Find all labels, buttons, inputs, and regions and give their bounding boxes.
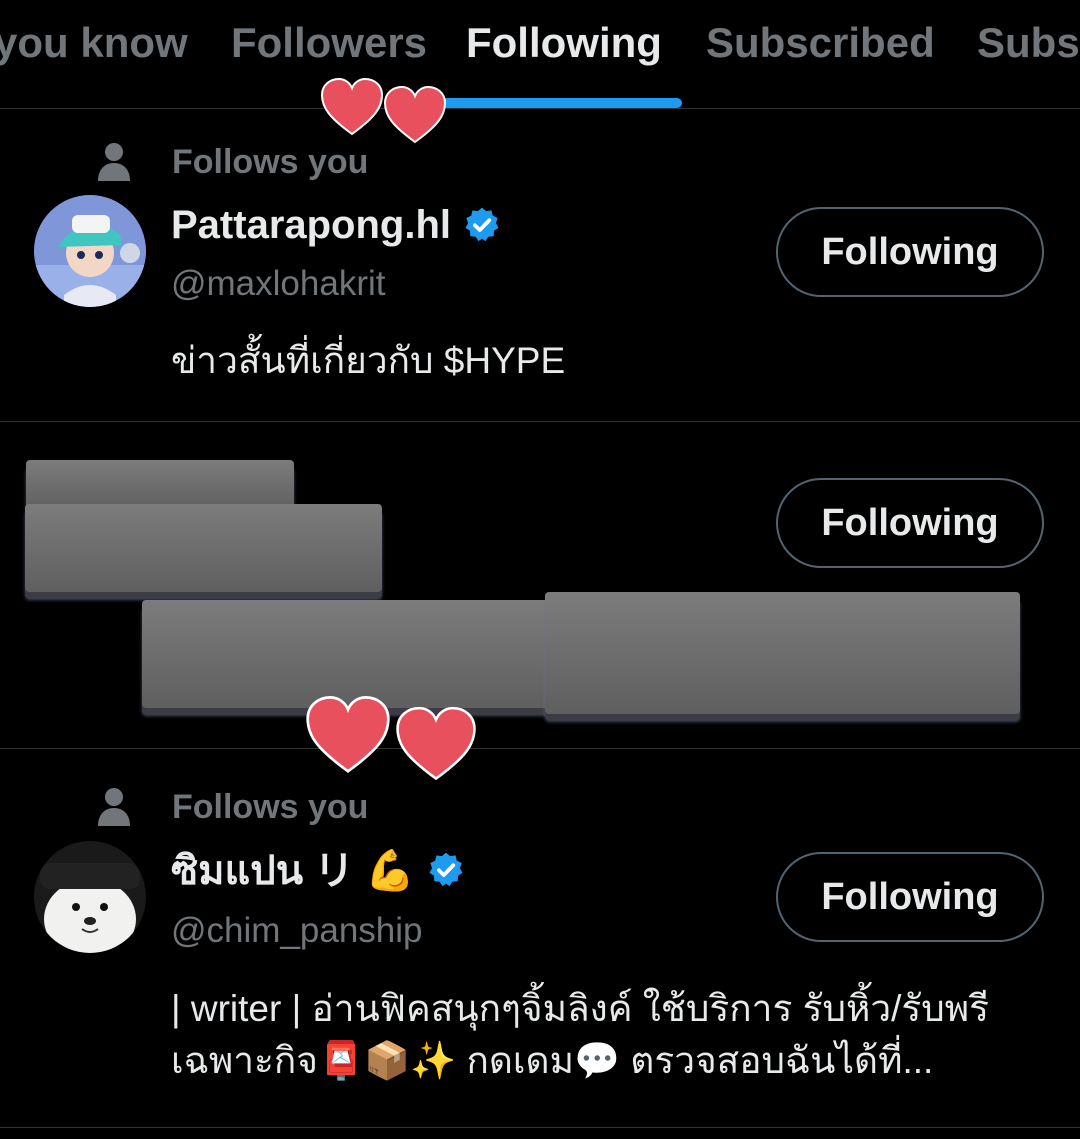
tab-subscribed[interactable]: Subscribed [706,18,935,68]
verified-badge-icon [429,852,463,887]
redaction-block [142,600,552,708]
tab-bar: you know Followers Following Subscribed … [0,0,1080,109]
redaction-block [26,460,294,510]
tab-followers[interactable]: Followers [231,18,427,68]
tab-subscriptions[interactable]: Subsc [977,18,1080,68]
avatar[interactable] [34,195,146,307]
redaction-block [25,504,382,592]
avatar[interactable] [34,841,146,953]
user-bio: | writer | อ่านฟิคสนุกๆจิ้มลิงค์ ใช้บริก… [171,988,990,1081]
social-context: Follows you [96,140,368,184]
display-name[interactable]: ซิมแปน リ 💪 [171,838,415,902]
name-line: Pattarapong.hl [171,197,501,253]
user-row-redacted[interactable]: Following [0,422,1080,749]
social-context: Follows you [96,785,368,829]
following-button[interactable]: Following [776,478,1044,568]
follows-you-label: Follows you [172,787,369,826]
user-handle: @chim_panship [171,911,423,950]
follows-you-label: Follows you [172,142,369,181]
active-tab-indicator [442,98,682,108]
following-button[interactable]: Following [776,207,1044,297]
verified-badge-icon [465,207,499,242]
following-button[interactable]: Following [776,852,1044,942]
person-icon [98,788,130,826]
name-line: ซิมแปน リ 💪 [171,842,465,898]
user-row[interactable]: Follows you Pattarapong.hl @maxlohakrit … [0,109,1080,422]
display-name[interactable]: Pattarapong.hl [171,203,451,248]
redaction-block [545,592,1020,714]
user-row[interactable]: Follows you ซิมแปน リ 💪 @chim_panship | w… [0,749,1080,1128]
tab-following[interactable]: Following [466,18,662,68]
user-bio: ข่าวสั้นที่เกี่ยวกับ $HYPE [171,340,566,381]
user-handle: @maxlohakrit [171,264,386,303]
tab-you-know[interactable]: you know [0,18,188,68]
person-icon [98,143,130,181]
